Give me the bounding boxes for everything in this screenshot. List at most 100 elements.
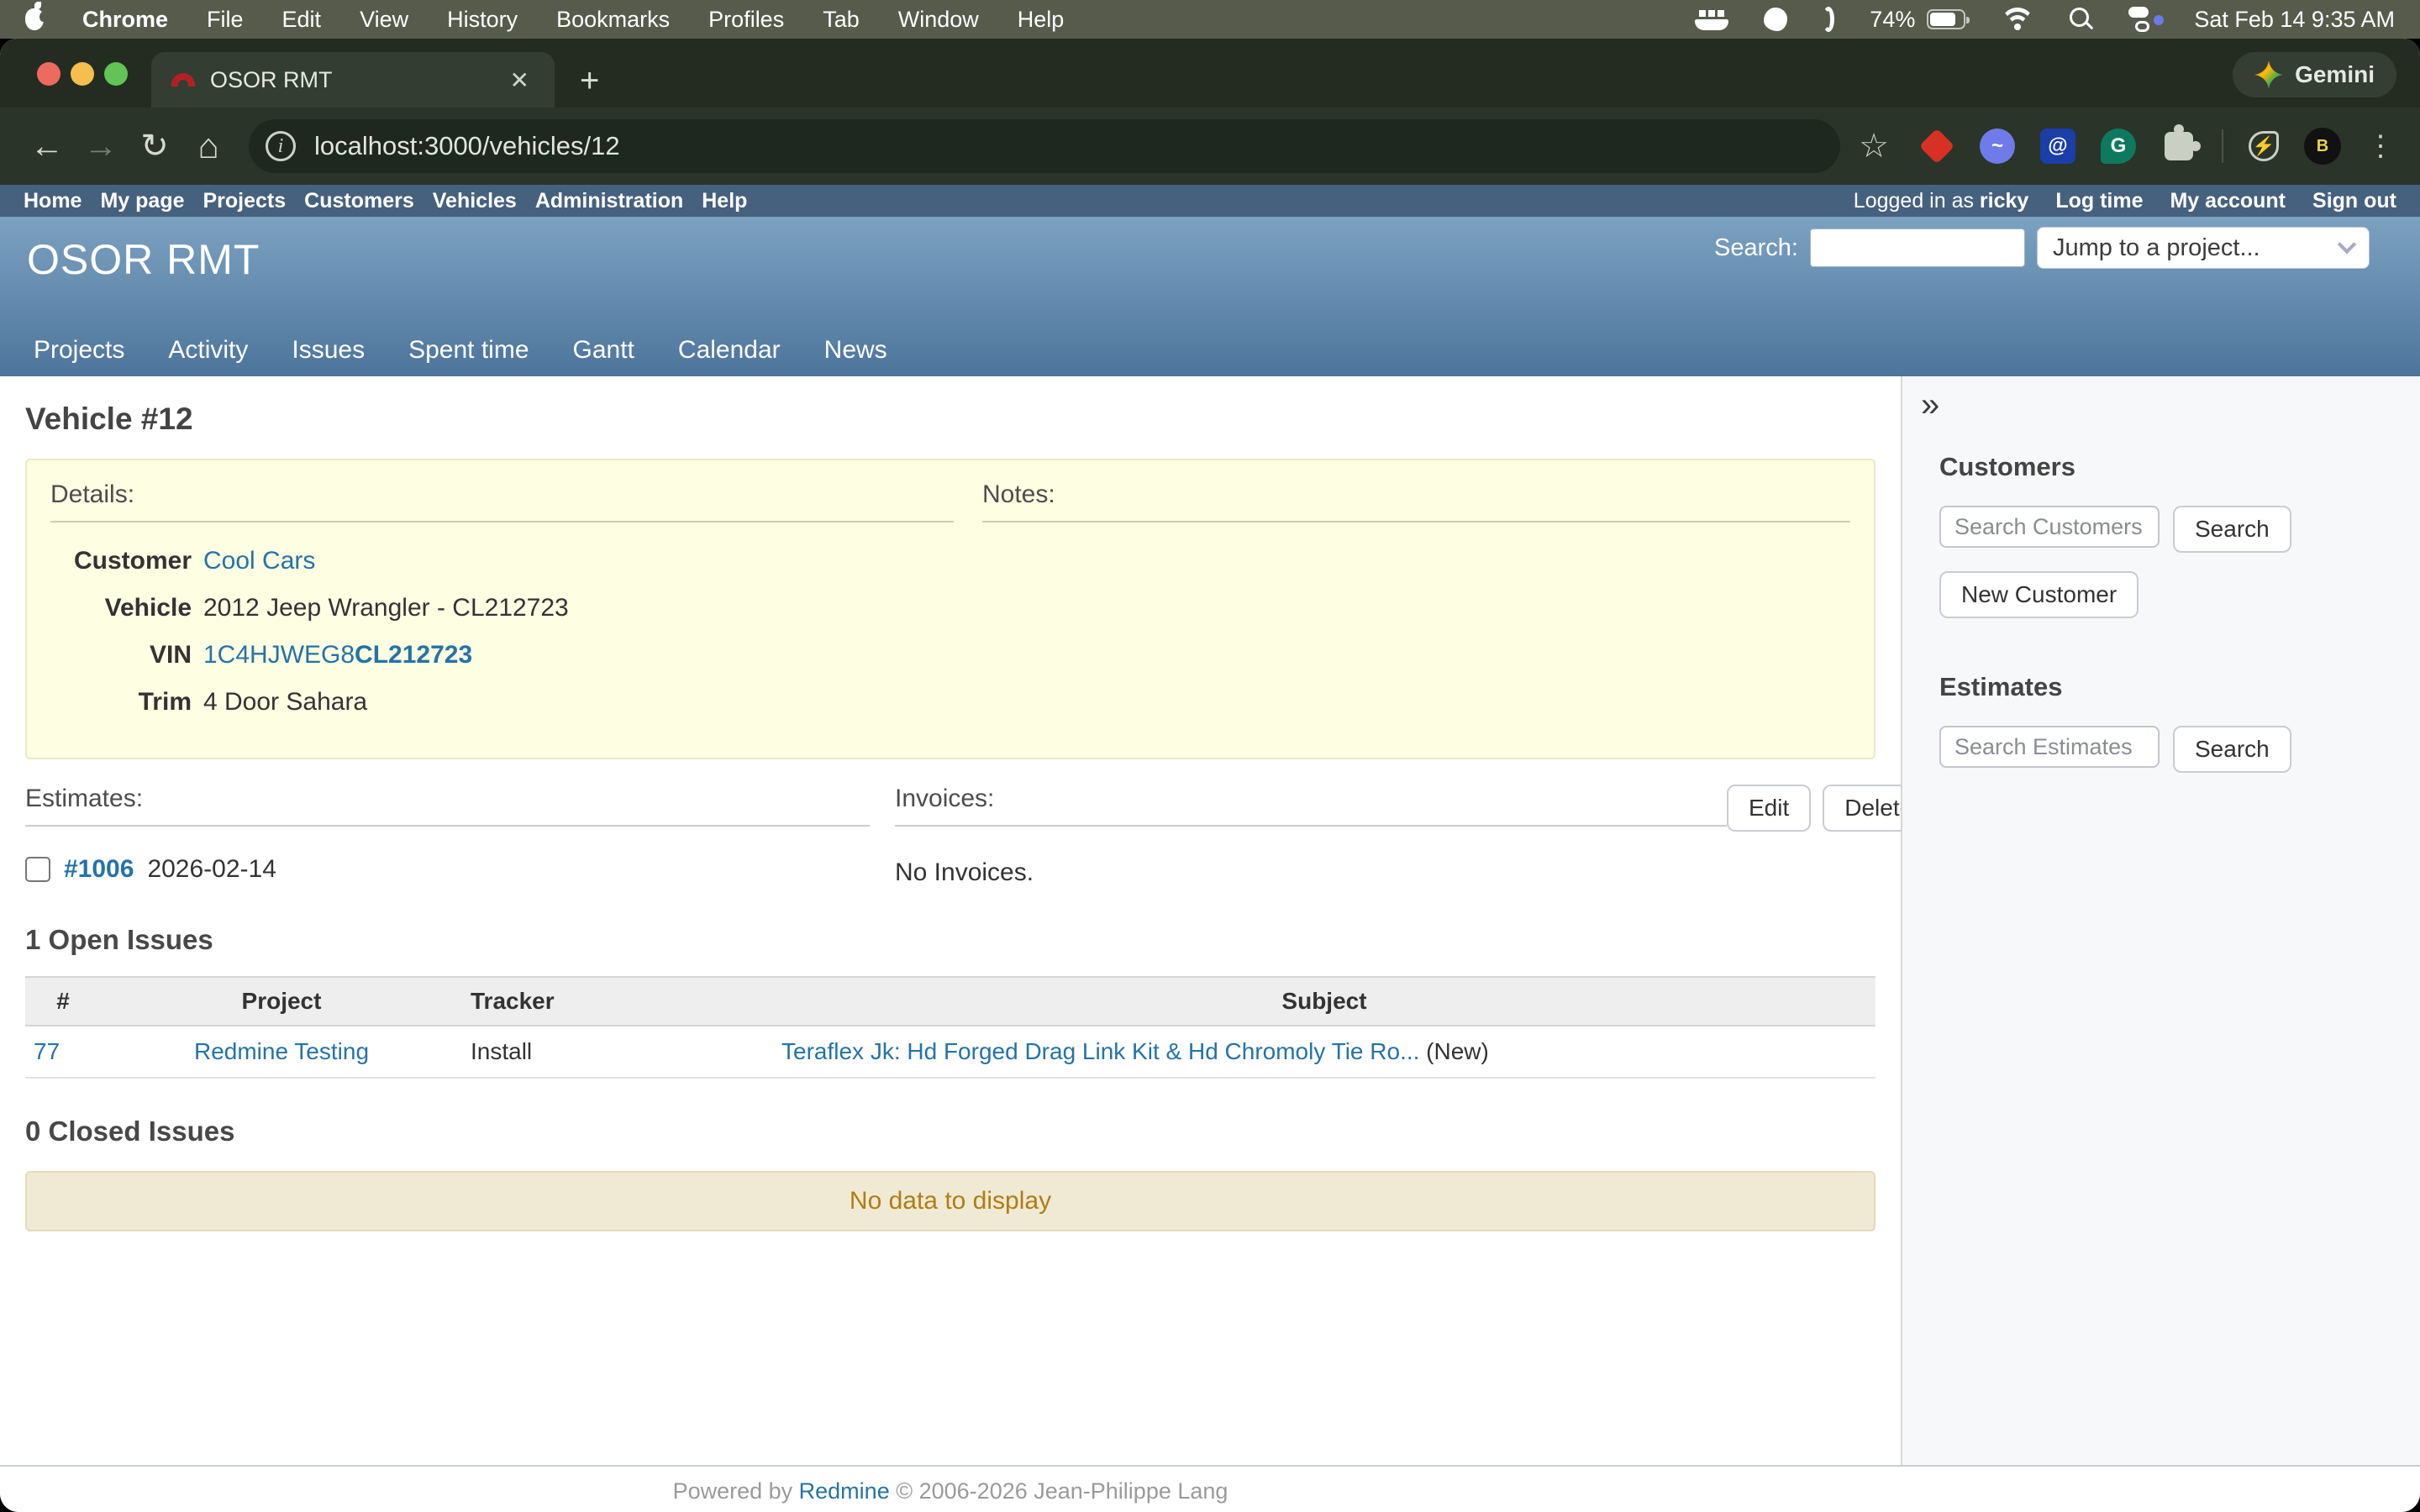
extensions-puzzle-icon[interactable] <box>2161 129 2196 164</box>
search-estimates-input[interactable] <box>1939 726 2160 768</box>
site-info-icon[interactable]: i <box>266 131 296 161</box>
seahorse-icon[interactable] <box>1823 7 1834 32</box>
edit-button[interactable]: Edit <box>1727 785 1811 832</box>
toolbar-divider <box>2222 129 2223 163</box>
topnav-help[interactable]: Help <box>702 189 747 213</box>
gemini-sparkle-icon <box>2254 60 2283 89</box>
issue-status: (New) <box>1419 1038 1488 1064</box>
chrome-menu-icon[interactable]: ⋮ <box>2366 129 2395 163</box>
menu-history[interactable]: History <box>447 7 518 33</box>
main-content: Vehicle #12 Details: Customer Cool Cars … <box>0 376 1901 1465</box>
tab-close-icon[interactable]: ✕ <box>505 66 534 94</box>
topnav-customers[interactable]: Customers <box>304 189 414 213</box>
reload-button[interactable]: ↻ <box>128 127 182 165</box>
menu-edit[interactable]: Edit <box>282 7 322 33</box>
menu-help[interactable]: Help <box>1018 7 1065 33</box>
apple-menu[interactable] <box>25 8 44 30</box>
extension-indigo-icon[interactable]: ~ <box>1980 129 2015 164</box>
zoom-window-button[interactable] <box>104 62 128 86</box>
new-tab-button[interactable]: + <box>580 64 599 97</box>
menu-profiles[interactable]: Profiles <box>708 7 784 33</box>
my-account-link[interactable]: My account <box>2170 189 2286 213</box>
site-header: OSOR RMT Search: Jump to a project... Pr… <box>0 217 2420 376</box>
back-button[interactable]: ← <box>20 128 74 165</box>
menu-bookmarks[interactable]: Bookmarks <box>556 7 670 33</box>
col-project-header: Project <box>101 977 462 1026</box>
minimize-window-button[interactable] <box>71 62 94 86</box>
col-tracker-header: Tracker <box>462 977 773 1026</box>
tab-strip: OSOR RMT ✕ + Gemini <box>0 39 2420 108</box>
forward-button[interactable]: → <box>74 128 128 165</box>
topnav-vehicles[interactable]: Vehicles <box>433 189 517 213</box>
tab-activity[interactable]: Activity <box>168 336 248 365</box>
jump-to-project-select[interactable]: Jump to a project... <box>2037 227 2370 269</box>
tab-projects[interactable]: Projects <box>34 336 124 365</box>
wifi-icon[interactable] <box>2001 8 2034 31</box>
extension-red-icon[interactable] <box>1919 129 1954 164</box>
detail-row-trim: Trim 4 Door Sahara <box>50 685 954 719</box>
menu-window[interactable]: Window <box>898 7 979 33</box>
energy-saver-icon[interactable]: ⚡ <box>2249 131 2279 161</box>
issue-project-link[interactable]: Redmine Testing <box>194 1038 369 1064</box>
estimate-checkbox[interactable] <box>25 857 50 882</box>
redmine-top-menu: Home My page Projects Customers Vehicles… <box>0 185 2420 217</box>
spotlight-search-icon[interactable] <box>2070 8 2093 31</box>
tab-spent-time[interactable]: Spent time <box>408 336 529 365</box>
close-window-button[interactable] <box>37 62 60 86</box>
estimate-link[interactable]: #1006 <box>64 855 134 884</box>
profile-avatar[interactable]: B <box>2304 128 2341 165</box>
tab-news[interactable]: News <box>824 336 887 365</box>
topnav-projects[interactable]: Projects <box>203 189 287 213</box>
home-button[interactable]: ⌂ <box>182 126 235 166</box>
issue-subject-link[interactable]: Teraflex Jk: Hd Forged Drag Link Kit & H… <box>781 1038 1419 1064</box>
estimates-heading: Estimates: <box>25 785 870 827</box>
menu-tab[interactable]: Tab <box>823 7 860 33</box>
issue-id-link[interactable]: 77 <box>34 1038 60 1064</box>
search-customers-input[interactable] <box>1939 506 2160 548</box>
topnav-home[interactable]: Home <box>24 189 82 213</box>
extension-at-icon[interactable]: @ <box>2040 129 2075 164</box>
vin-link[interactable]: 1C4HJWEG8CL212723 <box>203 641 472 669</box>
topnav-administration[interactable]: Administration <box>535 189 683 213</box>
menubar-clock[interactable]: Sat Feb 14 9:35 AM <box>2194 7 2395 33</box>
issue-row: 77 Redmine Testing Install Teraflex Jk: … <box>25 1026 1876 1078</box>
url-text: localhost:3000/vehicles/12 <box>314 131 620 161</box>
control-center-icon[interactable] <box>2128 7 2159 32</box>
browser-toolbar: ← → ↻ ⌂ i localhost:3000/vehicles/12 ☆ ~… <box>0 108 2420 185</box>
menubar-app-name[interactable]: Chrome <box>82 7 168 33</box>
docker-icon[interactable] <box>1695 8 1728 30</box>
jump-select-value: Jump to a project... <box>2053 234 2260 262</box>
search-customers-button[interactable]: Search <box>2173 506 2291 553</box>
battery-icon <box>1927 9 1965 29</box>
bookmark-star-icon[interactable]: ☆ <box>1859 127 1889 165</box>
creature-icon[interactable] <box>1764 8 1787 31</box>
redmine-link[interactable]: Redmine <box>799 1478 890 1504</box>
macos-menubar: Chrome File Edit View History Bookmarks … <box>0 0 2420 39</box>
browser-tab[interactable]: OSOR RMT ✕ <box>151 52 555 108</box>
notes-heading: Notes: <box>982 480 1850 522</box>
battery-percent: 74% <box>1870 7 1915 33</box>
sidebar-collapse-icon[interactable]: » <box>1921 388 1939 422</box>
no-data-box: No data to display <box>25 1171 1876 1231</box>
trim-value: 4 Door Sahara <box>203 685 367 719</box>
sidebar-estimates-heading: Estimates <box>1939 672 2420 702</box>
tab-calendar[interactable]: Calendar <box>678 336 781 365</box>
detail-row-customer: Customer Cool Cars <box>50 544 954 578</box>
sign-out-link[interactable]: Sign out <box>2312 189 2396 213</box>
detail-row-vehicle: Vehicle 2012 Jeep Wrangler - CL212723 <box>50 591 954 625</box>
right-sidebar: » Customers Search New Customer Estimate… <box>1901 376 2420 1465</box>
gemini-button[interactable]: Gemini <box>2233 52 2396 97</box>
grammarly-icon[interactable]: G <box>2101 129 2136 164</box>
menu-file[interactable]: File <box>207 7 244 33</box>
address-bar[interactable]: i localhost:3000/vehicles/12 <box>249 119 1840 173</box>
log-time-link[interactable]: Log time <box>2055 189 2143 213</box>
header-search-input[interactable] <box>1810 228 2025 267</box>
topnav-my-page[interactable]: My page <box>100 189 184 213</box>
customer-link[interactable]: Cool Cars <box>203 547 315 575</box>
menu-view[interactable]: View <box>360 7 408 33</box>
search-estimates-button[interactable]: Search <box>2173 726 2291 773</box>
battery-status[interactable]: 74% <box>1870 7 1965 33</box>
tab-gantt[interactable]: Gantt <box>573 336 634 365</box>
tab-issues[interactable]: Issues <box>292 336 365 365</box>
new-customer-button[interactable]: New Customer <box>1939 571 2139 618</box>
